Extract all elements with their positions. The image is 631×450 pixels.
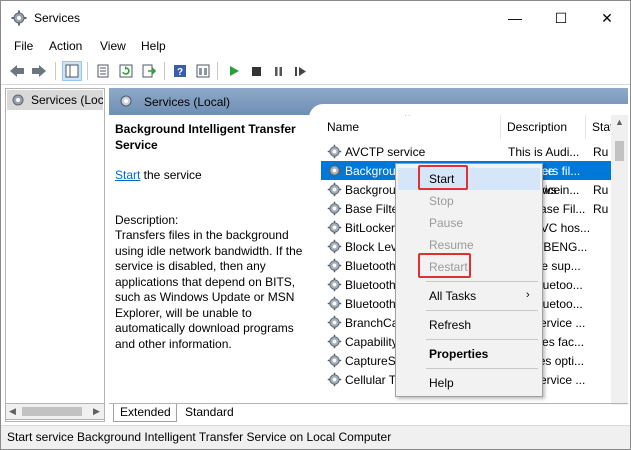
list-vertical-scrollbar[interactable]: ▲ <box>611 115 628 405</box>
main-pane: Services (Local) Background Intelligent … <box>109 88 628 422</box>
menu-action[interactable]: Action <box>49 39 82 53</box>
export-icon <box>142 64 156 78</box>
close-button[interactable]: ✕ <box>584 1 630 35</box>
gear-icon <box>327 296 342 311</box>
gear-icon <box>327 277 342 292</box>
menu-help[interactable]: Help <box>141 39 166 53</box>
restart-service-button[interactable] <box>290 61 310 81</box>
context-menu-help[interactable]: Help <box>398 372 540 394</box>
pause-service-button[interactable] <box>268 61 288 81</box>
window-title: Services <box>34 11 81 25</box>
scroll-thumb[interactable] <box>22 407 82 416</box>
description-label: Description: <box>115 213 179 227</box>
tab-extended[interactable]: Extended <box>113 404 177 422</box>
pause-icon <box>274 66 282 76</box>
description-pane: Background Intelligent Transfer Service … <box>109 115 319 405</box>
console-button[interactable] <box>193 61 213 81</box>
context-menu: Start Stop Pause Resume Restart All Task… <box>395 163 543 397</box>
scroll-left-icon[interactable]: ◀ <box>9 406 16 417</box>
description-text: Transfers files in the background using … <box>115 228 303 351</box>
refresh-icon <box>119 64 133 78</box>
status-bar: Start service Background Intelligent Tra… <box>1 425 630 449</box>
column-header-name[interactable]: ^ Name <box>321 115 501 139</box>
gear-icon <box>327 220 342 235</box>
properties-button[interactable] <box>93 61 113 81</box>
context-menu-properties[interactable]: Properties <box>398 343 540 365</box>
start-line: Start the service <box>115 168 202 182</box>
tree-horizontal-scrollbar[interactable]: ◀ ▶ <box>5 403 105 420</box>
show-hide-console-tree-button[interactable] <box>62 61 82 81</box>
start-service-button[interactable] <box>224 61 244 81</box>
help-button[interactable]: ? <box>170 61 190 81</box>
status-text: Start service Background Intelligent Tra… <box>7 430 392 444</box>
menu-view[interactable]: View <box>100 39 126 53</box>
tree-item-label: Services (Local) <box>31 93 103 107</box>
context-menu-all-tasks[interactable]: All Tasks › <box>398 285 540 307</box>
restart-icon <box>294 66 306 76</box>
toolbar: ? <box>1 57 630 85</box>
scroll-right-icon[interactable]: ▶ <box>93 406 100 417</box>
console-tree: Services (Local) <box>5 88 105 422</box>
forward-button[interactable] <box>29 61 49 81</box>
minimize-button[interactable]: — <box>492 1 538 35</box>
column-header-description[interactable]: Description <box>501 115 586 139</box>
gear-icon <box>327 163 342 178</box>
service-name: AVCTP service <box>345 145 426 159</box>
back-arrow-icon <box>10 65 24 77</box>
tree-item-services-local[interactable]: Services (Local) <box>7 90 103 110</box>
start-line-suffix: the service <box>140 168 202 182</box>
console-tree-icon <box>65 64 79 78</box>
forward-arrow-icon <box>32 65 46 77</box>
service-title: Background Intelligent Transfer Service <box>115 122 296 152</box>
console-icon <box>196 64 210 78</box>
gear-icon <box>11 10 27 26</box>
context-menu-refresh[interactable]: Refresh <box>398 314 540 336</box>
gear-icon <box>120 95 132 107</box>
export-list-button[interactable] <box>139 61 159 81</box>
back-button[interactable] <box>7 61 27 81</box>
title-bar: Services — ☐ ✕ <box>1 1 630 35</box>
main-header: Services (Local) <box>109 88 628 118</box>
stop-service-button[interactable] <box>246 61 266 81</box>
service-status: Ru <box>593 183 609 197</box>
service-status: Ru <box>593 145 609 159</box>
gear-icon <box>327 201 342 216</box>
gear-icon <box>327 182 342 197</box>
maximize-button[interactable]: ☐ <box>538 1 584 35</box>
sort-ascending-icon: ^ <box>405 115 410 122</box>
stop-icon <box>251 66 261 76</box>
main-header-title: Services (Local) <box>144 95 231 109</box>
context-menu-stop[interactable]: Stop <box>398 190 540 212</box>
gear-icon <box>12 94 24 106</box>
gear-icon <box>327 353 342 368</box>
gear-icon <box>327 334 342 349</box>
menu-bar: File Action View Help <box>1 35 630 57</box>
refresh-button[interactable] <box>116 61 136 81</box>
play-icon <box>230 66 239 76</box>
highlight-box-start <box>418 165 468 190</box>
highlight-box-restart <box>418 253 471 278</box>
service-description: This is Audi... <box>508 145 580 159</box>
gear-icon <box>327 258 342 273</box>
gear-icon <box>327 315 342 330</box>
submenu-arrow-icon: › <box>526 289 530 301</box>
menu-file[interactable]: File <box>14 39 33 53</box>
scroll-thumb[interactable] <box>615 141 624 161</box>
properties-icon <box>97 64 109 78</box>
context-menu-pause[interactable]: Pause <box>398 212 540 234</box>
help-icon: ? <box>174 65 186 78</box>
services-window: Services — ☐ ✕ File Action View Help ? S… <box>0 0 631 450</box>
scroll-up-icon[interactable]: ▲ <box>615 117 624 127</box>
start-service-link[interactable]: Start <box>115 168 140 182</box>
svg-text:?: ? <box>177 67 183 78</box>
service-status: Ru <box>593 202 609 216</box>
gear-icon <box>327 144 342 159</box>
gear-icon <box>327 239 342 254</box>
table-row[interactable]: AVCTP service This is Audi... Ru <box>321 142 616 161</box>
gear-icon <box>327 372 342 387</box>
tab-standard[interactable]: Standard <box>179 404 241 422</box>
view-tabs: Extended Standard <box>109 403 628 422</box>
